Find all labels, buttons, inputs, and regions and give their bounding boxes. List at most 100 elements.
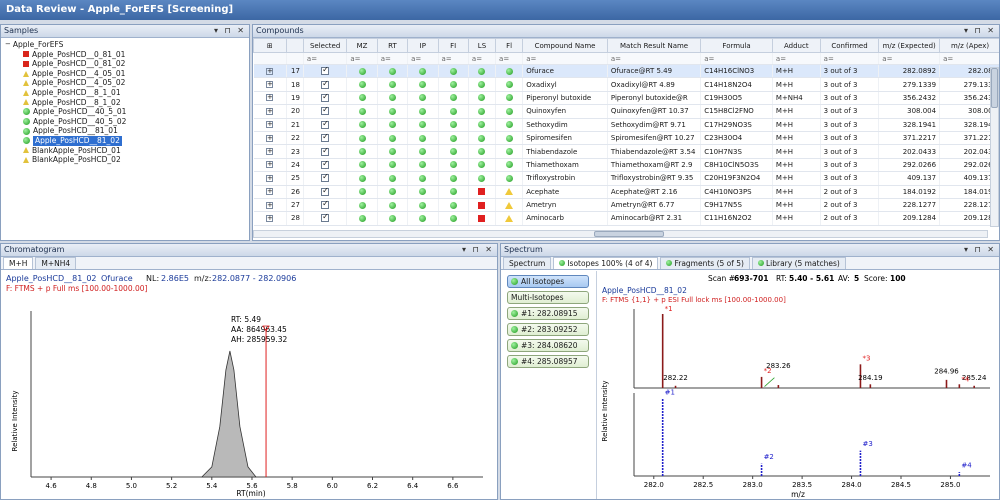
table-row[interactable]: +24 ThiamethoxamThiamethoxam@RT 2.9C8H10C… [253, 158, 999, 173]
sample-item[interactable]: Apple_PosHCD__81_02 [5, 135, 245, 146]
isotope-button[interactable]: #2: 283.09252 [507, 323, 589, 336]
expand-icon[interactable]: + [266, 67, 274, 75]
filter-cell[interactable]: a= [607, 52, 702, 65]
selected-checkbox[interactable] [321, 79, 330, 89]
sample-item[interactable]: Apple_PosHCD__0_81_01 [5, 50, 245, 60]
isotope-button[interactable]: #4: 285.08957 [507, 355, 589, 368]
selected-checkbox[interactable] [321, 186, 330, 196]
sample-item[interactable]: BlankApple_PosHCD_02 [5, 155, 245, 165]
expand-icon[interactable]: + [266, 107, 274, 115]
expand-icon[interactable]: + [266, 148, 274, 156]
sample-item[interactable]: Apple_PosHCD__4_05_01 [5, 69, 245, 79]
table-row[interactable]: +19 Piperonyl butoxidePiperonyl butoxide@… [253, 91, 999, 106]
selected-checkbox[interactable] [321, 92, 330, 102]
tab-spectrum[interactable]: Spectrum [503, 257, 552, 269]
column-header[interactable]: m/z (Apex) [939, 38, 999, 53]
selected-checkbox[interactable] [321, 199, 330, 210]
table-cell: + [253, 144, 287, 159]
selected-checkbox[interactable] [321, 159, 330, 169]
column-header[interactable]: IP [407, 38, 439, 53]
expand-icon[interactable]: + [266, 81, 274, 89]
filter-cell[interactable]: a= [468, 52, 497, 65]
isotope-button[interactable]: Multi-Isotopes [507, 291, 589, 304]
selected-checkbox[interactable] [321, 212, 330, 223]
column-header[interactable]: Match Result Name [606, 38, 702, 53]
filter-cell[interactable]: a= [878, 52, 941, 65]
table-row[interactable]: +20 QuinoxyfenQuinoxyfen@RT 10.37C15H8Cl2… [253, 104, 999, 119]
isotope-button[interactable]: #1: 282.08915 [507, 307, 589, 320]
sample-item[interactable]: Apple_PosHCD__81_01 [5, 126, 245, 136]
sample-item[interactable]: Apple_PosHCD__4_05_02 [5, 78, 245, 88]
filter-cell[interactable]: a= [939, 52, 999, 65]
filter-cell[interactable]: a= [820, 52, 880, 65]
isotope-button[interactable]: #3: 284.08620 [507, 339, 589, 352]
table-row[interactable]: +18 OxadixylOxadixyl@RT 4.89C14H18N2O4M+H… [253, 77, 999, 92]
tab-isotopes[interactable]: Isotopes 100% (4 of 4) [553, 257, 659, 269]
column-header[interactable]: Fl [495, 38, 524, 53]
panel-controls[interactable]: ▾ ⊓ ✕ [214, 25, 246, 37]
sample-item[interactable]: Apple_PosHCD__0_81_02 [5, 59, 245, 69]
column-header[interactable]: MZ [346, 38, 378, 53]
column-header[interactable]: FI [437, 38, 469, 53]
sample-item[interactable]: Apple_PosHCD__40_5_02 [5, 117, 245, 127]
filter-cell[interactable]: a= [407, 52, 439, 65]
tab-m-h[interactable]: M+H [3, 257, 34, 269]
sample-item[interactable]: Apple_PosHCD__8_1_01 [5, 88, 245, 98]
table-row[interactable]: +28 AminocarbAminocarb@RT 2.31C11H16N2O2M… [253, 211, 999, 226]
sample-item[interactable]: Apple_PosHCD__8_1_02 [5, 98, 245, 108]
selected-checkbox[interactable] [321, 65, 330, 76]
panel-controls[interactable]: ▾ ⊓ ✕ [462, 244, 494, 256]
table-row[interactable]: +23 ThiabendazoleThiabendazole@RT 3.54C10… [253, 144, 999, 159]
table-vertical-scrollbar[interactable] [990, 67, 999, 227]
cell-expected: 209.1284 [878, 211, 941, 226]
selected-checkbox[interactable] [321, 146, 330, 156]
panel-controls[interactable]: ▾ ⊓ ✕ [964, 25, 996, 37]
tab-m-nh4[interactable]: M+NH4 [35, 257, 77, 269]
table-row[interactable]: +26 AcephateAcephate@RT 2.16C4H10NO3PSM+H… [253, 185, 999, 199]
column-header[interactable]: Adduct [771, 38, 821, 53]
sample-item[interactable]: BlankApple_PosHCD_01 [5, 146, 245, 156]
filter-cell[interactable]: a= [346, 52, 378, 65]
filter-cell[interactable]: a= [495, 52, 524, 65]
table-row[interactable]: +21 SethoxydimSethoxydim@RT 9.71C17H29NO3… [253, 118, 999, 132]
selected-checkbox[interactable] [321, 105, 330, 116]
filter-cell[interactable]: a= [438, 52, 469, 65]
column-header[interactable]: m/z (Expected) [878, 38, 941, 53]
filter-cell[interactable]: a= [303, 52, 348, 65]
expand-icon[interactable]: + [266, 94, 274, 102]
expand-icon[interactable]: + [266, 201, 274, 209]
table-row[interactable]: +17 OfuraceOfurace@RT 5.49C14H16ClNO3M+H3… [253, 64, 999, 79]
chromatogram-peak[interactable] [200, 350, 257, 478]
selected-checkbox[interactable] [321, 119, 330, 129]
tab-fragments[interactable]: Fragments (5 of 5) [660, 257, 750, 269]
collapse-icon[interactable]: − [5, 40, 11, 50]
table-row[interactable]: +25 TrifloxystrobinTrifloxystrobin@RT 9.3… [253, 171, 999, 186]
filter-cell[interactable]: a= [772, 52, 821, 65]
column-header[interactable]: Formula [700, 38, 773, 53]
expand-icon[interactable]: + [266, 214, 274, 222]
column-header[interactable]: Selected [302, 38, 348, 53]
expand-icon[interactable]: + [266, 121, 274, 129]
tab-library[interactable]: Library (5 matches) [751, 257, 846, 269]
column-header[interactable]: Compound Name [522, 38, 608, 53]
table-row[interactable]: +22 SpiromesifenSpiromesifen@RT 10.27C23H… [253, 131, 999, 146]
row-toolbar[interactable]: ⊞ [253, 38, 287, 53]
expand-icon[interactable]: + [266, 188, 274, 196]
sample-item[interactable]: Apple_PosHCD__40_5_01 [5, 107, 245, 117]
tree-root[interactable]: − Apple_ForEFS [5, 40, 245, 50]
filter-cell[interactable]: a= [522, 52, 608, 65]
table-row[interactable]: +27 AmetrynAmetryn@RT 6.77C9H17N5SM+H2 ou… [253, 198, 999, 213]
expand-icon[interactable]: + [266, 161, 274, 169]
column-header[interactable]: RT [376, 38, 409, 53]
expand-icon[interactable]: + [266, 134, 274, 142]
table-horizontal-scrollbar[interactable] [253, 230, 988, 238]
isotope-button[interactable]: All Isotopes [507, 275, 589, 288]
expand-icon[interactable]: + [266, 174, 274, 182]
selected-checkbox[interactable] [321, 172, 330, 183]
selected-checkbox[interactable] [321, 132, 330, 143]
column-header[interactable]: Confirmed [819, 38, 880, 53]
column-header[interactable]: LS [467, 38, 497, 53]
filter-cell[interactable]: a= [377, 52, 409, 65]
panel-controls[interactable]: ▾ ⊓ ✕ [964, 244, 996, 256]
filter-cell[interactable]: a= [700, 52, 773, 65]
